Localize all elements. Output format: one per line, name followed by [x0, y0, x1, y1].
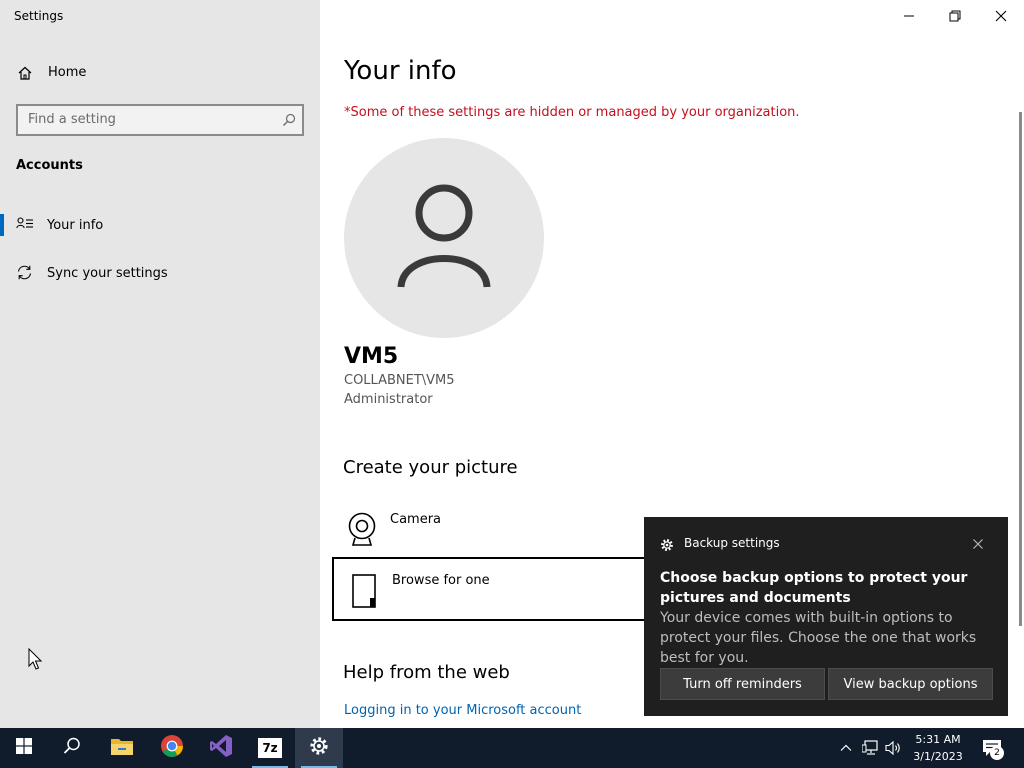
settings-icon — [309, 736, 329, 760]
mouse-cursor-icon — [28, 647, 43, 674]
visual-studio-icon — [209, 734, 233, 762]
window-title: Settings — [14, 9, 64, 23]
chevron-up-icon — [839, 740, 853, 759]
notification-headline: Choose backup options to protect your pi… — [660, 570, 968, 606]
turn-off-reminders-button[interactable]: Turn off reminders — [660, 668, 825, 700]
network-icon[interactable] — [861, 740, 880, 760]
section-title-accounts: Accounts — [16, 158, 83, 173]
sync-icon — [16, 264, 33, 285]
search-icon — [63, 737, 81, 759]
person-icon — [397, 184, 491, 288]
notification-close-button[interactable] — [972, 535, 984, 554]
notification-count-badge: 2 — [990, 746, 1004, 760]
user-role: Administrator — [344, 392, 433, 407]
notification-body: Your device comes with built-in options … — [660, 610, 977, 666]
restore-button[interactable] — [932, 4, 978, 28]
search-input[interactable]: Find a setting — [16, 104, 304, 136]
search-placeholder: Find a setting — [28, 112, 116, 127]
camera-icon — [346, 512, 378, 550]
restore-icon — [949, 7, 961, 26]
clock-date: 3/1/2023 — [913, 750, 963, 763]
sidebar: Settings Home Find a setting Accounts Yo… — [0, 0, 320, 728]
camera-option-label: Camera — [390, 512, 442, 527]
gear-icon — [660, 537, 674, 556]
help-heading: Help from the web — [343, 662, 510, 683]
user-domain: COLLABNET\VM5 — [344, 373, 455, 388]
settings-taskbar-button[interactable] — [295, 728, 343, 768]
sidebar-item-your-info[interactable]: Your info — [0, 210, 320, 240]
file-explorer-icon — [110, 736, 134, 760]
close-icon — [972, 535, 984, 554]
browse-option[interactable]: Browse for one — [332, 557, 650, 621]
volume-icon[interactable] — [885, 740, 903, 760]
view-backup-options-button[interactable]: View backup options — [828, 668, 993, 700]
person-list-icon — [16, 216, 34, 236]
home-icon — [17, 65, 33, 85]
scrollbar[interactable] — [1019, 112, 1022, 626]
7zip-icon: 7z — [258, 738, 282, 758]
page-title: Your info — [344, 56, 457, 86]
create-picture-heading: Create your picture — [343, 457, 518, 478]
search-icon — [282, 112, 296, 131]
start-icon — [16, 738, 32, 758]
chrome-icon — [160, 734, 184, 762]
clock-time: 5:31 AM — [915, 733, 961, 746]
user-name: VM5 — [344, 344, 399, 369]
document-icon — [350, 574, 378, 612]
sidebar-item-label: Home — [48, 65, 87, 80]
taskbar: 7z 5:31 AM 3/1/2023 2 — [0, 728, 1024, 768]
minimize-icon — [903, 7, 915, 26]
browse-option-label: Browse for one — [392, 573, 490, 588]
clock[interactable]: 5:31 AM 3/1/2023 — [906, 731, 970, 765]
help-link[interactable]: Logging in to your Microsoft account — [344, 703, 581, 718]
minimize-button[interactable] — [886, 4, 932, 28]
avatar — [344, 138, 544, 338]
sidebar-item-home[interactable]: Home — [0, 58, 320, 88]
file-explorer-button[interactable] — [98, 728, 146, 768]
taskbar-search-button[interactable] — [48, 728, 96, 768]
chrome-button[interactable] — [148, 728, 196, 768]
close-button[interactable] — [978, 4, 1024, 28]
7zip-button[interactable]: 7z — [246, 728, 294, 768]
show-hidden-icons-button[interactable] — [839, 740, 853, 759]
start-button[interactable] — [0, 728, 48, 768]
backup-notification: Backup settings Choose backup options to… — [644, 517, 1008, 716]
close-icon — [995, 7, 1007, 26]
managed-warning: *Some of these settings are hidden or ma… — [344, 105, 800, 120]
visual-studio-button[interactable] — [197, 728, 245, 768]
camera-option[interactable]: Camera — [332, 498, 650, 562]
sidebar-item-label: Your info — [47, 218, 104, 233]
notification-app-name: Backup settings — [684, 536, 780, 550]
sidebar-item-label: Sync your settings — [47, 266, 168, 281]
sidebar-item-sync-your-settings[interactable]: Sync your settings — [0, 258, 320, 288]
